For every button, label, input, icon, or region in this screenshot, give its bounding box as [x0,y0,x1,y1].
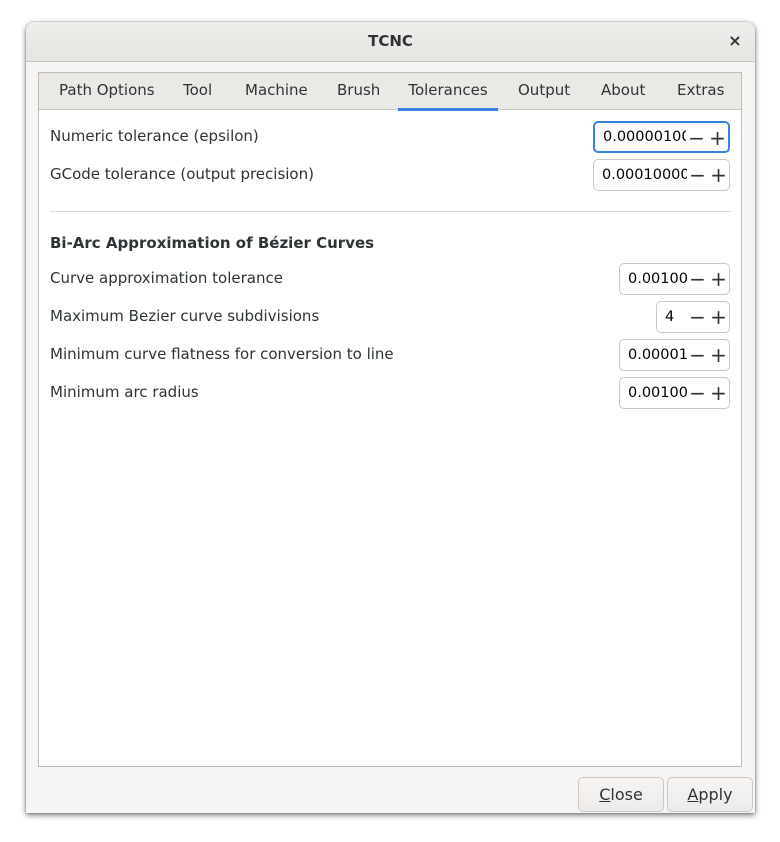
gcode-tolerance-input[interactable] [594,160,687,190]
curve-tolerance-label: Curve approximation tolerance [50,269,283,287]
epsilon-label: Numeric tolerance (epsilon) [50,127,259,145]
tab-machine[interactable]: Machine [245,73,308,110]
tab-brush[interactable]: Brush [337,73,380,110]
tab-extras[interactable]: Extras [677,73,724,110]
close-label-rest: lose [610,785,643,804]
gcode-tolerance-increment-button[interactable]: + [708,160,729,190]
epsilon-input[interactable] [595,123,686,151]
min-flatness-label: Minimum curve flatness for conversion to… [50,345,394,363]
min-arc-radius-input[interactable] [620,378,687,408]
tab-bar: Path Options Tool Machine Brush Toleranc… [39,73,741,111]
max-subdivisions-input[interactable] [657,302,687,332]
max-subdivisions-spinner: − + [656,301,730,333]
curve-tolerance-decrement-button[interactable]: − [687,264,708,294]
gcode-tolerance-decrement-button[interactable]: − [687,160,708,190]
gcode-tolerance-label: GCode tolerance (output precision) [50,165,314,183]
min-flatness-spinner: − + [619,339,730,371]
curve-tolerance-increment-button[interactable]: + [708,264,729,294]
min-arc-radius-label: Minimum arc radius [50,383,199,401]
tab-output[interactable]: Output [518,73,570,110]
title-bar: TCNC × [26,22,755,62]
biarc-section-title: Bi-Arc Approximation of Bézier Curves [50,234,375,252]
max-subdivisions-decrement-button[interactable]: − [687,302,708,332]
apply-mnemonic: A [687,785,699,804]
apply-button[interactable]: Apply [667,777,753,812]
notebook: Path Options Tool Machine Brush Toleranc… [38,72,742,767]
min-arc-radius-spinner: − + [619,377,730,409]
min-flatness-input[interactable] [620,340,687,370]
separator [50,211,731,212]
max-subdivisions-label: Maximum Bezier curve subdivisions [50,307,320,325]
curve-tolerance-spinner: − + [619,263,730,295]
apply-label-rest: pply [698,785,733,804]
gcode-tolerance-spinner: − + [593,159,730,191]
min-flatness-increment-button[interactable]: + [708,340,729,370]
max-subdivisions-increment-button[interactable]: + [708,302,729,332]
min-arc-radius-decrement-button[interactable]: − [687,378,708,408]
curve-tolerance-input[interactable] [620,264,687,294]
epsilon-decrement-button[interactable]: − [686,123,707,151]
epsilon-spinner: − + [593,121,730,153]
min-flatness-decrement-button[interactable]: − [687,340,708,370]
tab-tool[interactable]: Tool [183,73,212,110]
close-icon[interactable]: × [723,30,747,54]
min-arc-radius-increment-button[interactable]: + [708,378,729,408]
dialog-window: TCNC × Path Options Tool Machine Brush T… [26,22,755,813]
window-title: TCNC [368,32,413,50]
close-button[interactable]: Close [578,777,664,812]
epsilon-increment-button[interactable]: + [707,123,728,151]
tab-path-options[interactable]: Path Options [59,73,155,110]
tab-tolerances[interactable]: Tolerances [398,73,498,111]
tab-about[interactable]: About [601,73,645,110]
close-mnemonic: C [599,785,611,804]
